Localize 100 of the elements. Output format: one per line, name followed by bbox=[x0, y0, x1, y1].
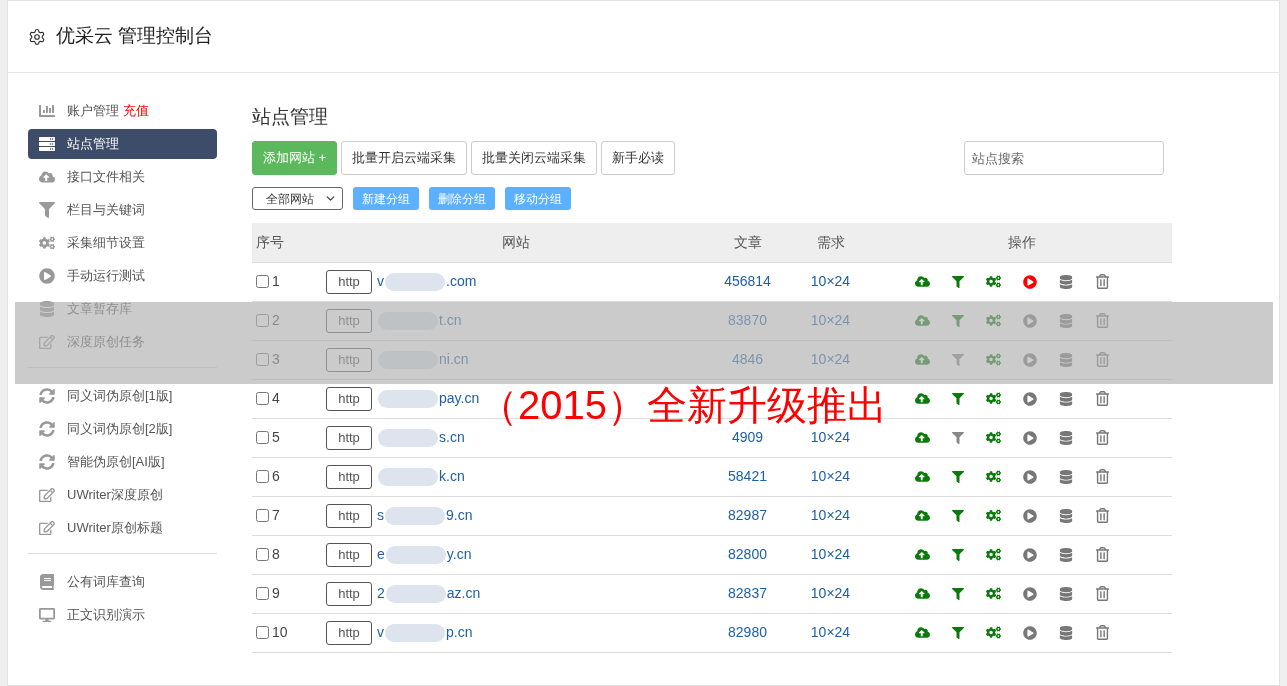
scheme-tag: http bbox=[326, 308, 372, 333]
gears-icon[interactable] bbox=[985, 469, 1001, 484]
trash-icon[interactable] bbox=[1094, 586, 1110, 601]
cloud-upload-icon[interactable] bbox=[914, 274, 930, 289]
site-url-part: 2 bbox=[377, 584, 385, 603]
sidebar-item[interactable]: 同义词伪原创[1版] bbox=[28, 381, 217, 411]
cloud-upload-icon[interactable] bbox=[914, 430, 930, 445]
play-icon[interactable] bbox=[1022, 508, 1037, 523]
sidebar-item[interactable]: 站点管理 bbox=[28, 129, 217, 159]
database-icon[interactable] bbox=[1058, 547, 1073, 562]
database-icon[interactable] bbox=[1058, 469, 1073, 484]
play-icon[interactable] bbox=[1022, 586, 1037, 601]
row-number: 2 bbox=[272, 311, 280, 330]
row-number: 8 bbox=[272, 545, 280, 564]
demand-value: 10×24 bbox=[810, 273, 851, 289]
sidebar-label: 栏目与关键词 bbox=[67, 201, 145, 220]
sidebar-label: 深度原创任务 bbox=[67, 333, 145, 352]
toolbar-button[interactable]: 批量关闭云端采集 bbox=[471, 141, 598, 175]
database-icon[interactable] bbox=[1058, 508, 1073, 523]
cloud-upload-icon[interactable] bbox=[914, 469, 930, 484]
redaction-blur bbox=[385, 545, 446, 564]
sidebar-label: 手动运行测试 bbox=[67, 267, 145, 286]
row-checkbox[interactable] bbox=[256, 548, 269, 561]
sidebar-item[interactable]: 公有词库查询 bbox=[28, 567, 217, 597]
play-icon[interactable] bbox=[1022, 625, 1037, 640]
filter-icon[interactable] bbox=[951, 509, 964, 522]
filter-icon[interactable] bbox=[951, 431, 964, 444]
play-icon[interactable] bbox=[1022, 274, 1037, 289]
cloud-upload-icon[interactable] bbox=[914, 391, 930, 406]
scheme-tag: http bbox=[326, 581, 372, 606]
cloud-upload-icon[interactable] bbox=[914, 547, 930, 562]
trash-icon[interactable] bbox=[1094, 508, 1110, 523]
row-checkbox[interactable] bbox=[256, 431, 269, 444]
trash-icon[interactable] bbox=[1094, 547, 1110, 562]
redaction-blur bbox=[385, 272, 445, 291]
refresh-icon bbox=[39, 454, 55, 470]
cloud-upload-icon[interactable] bbox=[914, 508, 930, 523]
row-checkbox[interactable] bbox=[256, 509, 269, 522]
row-checkbox[interactable] bbox=[256, 353, 269, 366]
row-checkbox[interactable] bbox=[256, 587, 269, 600]
toolbar-button[interactable]: 批量开启云端采集 bbox=[341, 141, 468, 175]
site-url-part: ni.cn bbox=[439, 350, 469, 369]
play-icon[interactable] bbox=[1022, 469, 1037, 484]
trash-icon[interactable] bbox=[1094, 625, 1110, 640]
scheme-tag: http bbox=[326, 464, 372, 489]
article-count: 82980 bbox=[728, 624, 767, 640]
row-checkbox[interactable] bbox=[256, 314, 269, 327]
book-icon bbox=[39, 574, 55, 590]
play-icon bbox=[39, 268, 55, 284]
row-checkbox[interactable] bbox=[256, 470, 269, 483]
filter-icon[interactable] bbox=[951, 470, 964, 483]
cloud-upload-icon[interactable] bbox=[914, 625, 930, 640]
gears-icon[interactable] bbox=[985, 625, 1001, 640]
group-select[interactable]: 全部网站 bbox=[252, 187, 343, 210]
database-icon[interactable] bbox=[1058, 625, 1073, 640]
sidebar-item[interactable]: 账户管理 充值 bbox=[28, 96, 217, 126]
sidebar-item[interactable]: 手动运行测试 bbox=[28, 261, 217, 291]
gears-icon[interactable] bbox=[985, 547, 1001, 562]
gears-icon[interactable] bbox=[985, 391, 1001, 406]
filter-icon[interactable] bbox=[951, 548, 964, 561]
recharge-link[interactable]: 充值 bbox=[123, 101, 149, 121]
play-icon[interactable] bbox=[1022, 391, 1037, 406]
play-icon[interactable] bbox=[1022, 547, 1037, 562]
filter-icon[interactable] bbox=[951, 392, 964, 405]
database-icon[interactable] bbox=[1058, 430, 1073, 445]
gears-icon[interactable] bbox=[985, 430, 1001, 445]
sidebar-item[interactable]: UWriter深度原创 bbox=[28, 480, 217, 510]
play-icon[interactable] bbox=[1022, 430, 1037, 445]
toolbar-button[interactable]: 新手必读 bbox=[601, 141, 676, 175]
edit-icon bbox=[39, 487, 55, 503]
sidebar-item[interactable]: UWriter原创标题 bbox=[28, 513, 217, 543]
trash-icon[interactable] bbox=[1094, 391, 1110, 406]
row-checkbox[interactable] bbox=[256, 392, 269, 405]
gears-icon[interactable] bbox=[985, 508, 1001, 523]
filter-icon[interactable] bbox=[951, 275, 964, 288]
database-icon[interactable] bbox=[1058, 586, 1073, 601]
search-field[interactable]: 站点搜索 bbox=[964, 141, 1164, 175]
gears-icon[interactable] bbox=[985, 274, 1001, 289]
database-icon[interactable] bbox=[1058, 274, 1073, 289]
site-url-part: e bbox=[377, 545, 385, 564]
gears-icon[interactable] bbox=[985, 586, 1001, 601]
row-checkbox[interactable] bbox=[256, 626, 269, 639]
cloud-upload-icon bbox=[39, 169, 55, 185]
cloud-upload-icon[interactable] bbox=[914, 586, 930, 601]
page-title: 站点管理 bbox=[252, 105, 329, 129]
trash-icon[interactable] bbox=[1094, 430, 1110, 445]
sidebar-item[interactable]: 栏目与关键词 bbox=[28, 195, 217, 225]
database-icon[interactable] bbox=[1058, 391, 1073, 406]
trash-icon[interactable] bbox=[1094, 469, 1110, 484]
trash-icon[interactable] bbox=[1094, 274, 1110, 289]
filter-icon[interactable] bbox=[951, 626, 964, 639]
sidebar-item[interactable]: 接口文件相关 bbox=[28, 162, 217, 192]
sidebar-item[interactable]: 同义词伪原创[2版] bbox=[28, 414, 217, 444]
sidebar-item[interactable]: 正文识别演示 bbox=[28, 600, 217, 630]
sidebar-label: 站点管理 bbox=[67, 135, 119, 154]
row-number: 7 bbox=[272, 506, 280, 525]
row-checkbox[interactable] bbox=[256, 275, 269, 288]
filter-icon[interactable] bbox=[951, 587, 964, 600]
sidebar-item[interactable]: 采集细节设置 bbox=[28, 228, 217, 258]
sidebar-item[interactable]: 智能伪原创[AI版] bbox=[28, 447, 217, 477]
